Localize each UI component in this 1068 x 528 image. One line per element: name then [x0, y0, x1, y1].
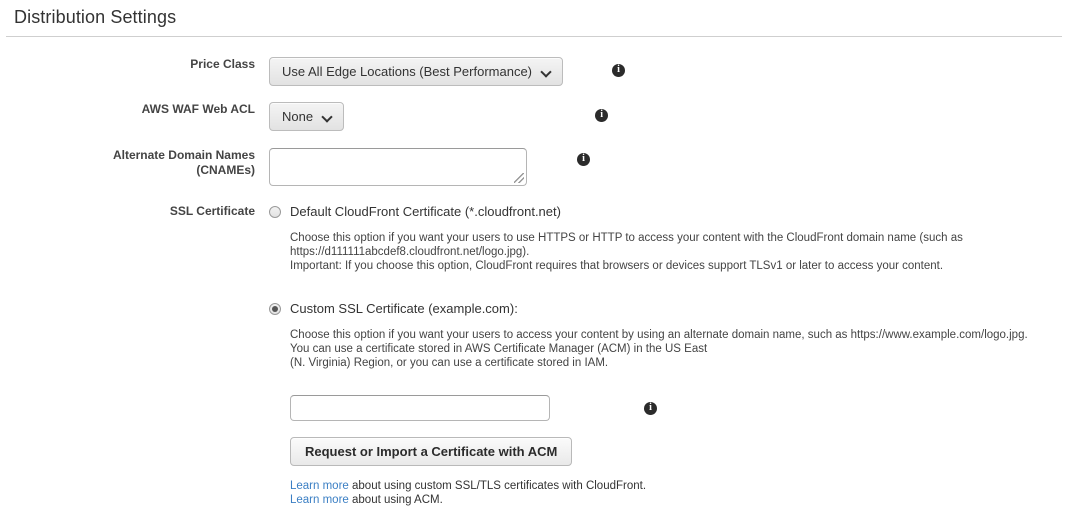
waf-acl-select-value: None	[282, 109, 314, 124]
ssl-certificate-row: SSL Certificate Default CloudFront Certi…	[0, 204, 1068, 507]
price-class-select[interactable]: Use All Edge Locations (Best Performance…	[269, 57, 564, 86]
info-icon-glyph: i	[600, 109, 603, 120]
description-line: Choose this option if you want your user…	[290, 232, 963, 244]
cnames-row: Alternate Domain Names (CNAMEs) i	[0, 148, 1068, 186]
page-title: Distribution Settings	[14, 7, 177, 27]
learn-more-links: Learn more about using custom SSL/TLS ce…	[290, 479, 646, 507]
waf-acl-info-icon[interactable]: i	[595, 109, 609, 122]
chevron-down-icon	[542, 67, 552, 77]
description-line: https://d111111abcdef8.cloudfront.net/lo…	[290, 246, 530, 258]
price-class-field: Use All Edge Locations (Best Performance…	[255, 57, 1068, 86]
learn-more-acm-text: about using ACM.	[348, 494, 443, 506]
cnames-label-line1: Alternate Domain Names	[112, 148, 255, 162]
info-icon-glyph: i	[582, 153, 585, 164]
radio-label-default-cloudfront-certificate[interactable]: Default CloudFront Certificate (*.cloudf…	[290, 204, 561, 220]
price-class-info-icon[interactable]: i	[612, 64, 626, 77]
ssl-option-custom-description: Choose this option if you want your user…	[290, 328, 1028, 370]
page-header: Distribution Settings	[0, 0, 1068, 28]
acm-button-row: Request or Import a Certificate with ACM	[290, 437, 573, 466]
learn-more-ssl-tls-link[interactable]: Learn more	[290, 480, 349, 492]
ssl-certificate-label: SSL Certificate	[169, 204, 255, 218]
waf-acl-row: AWS WAF Web ACL None i	[0, 102, 1068, 131]
radio-default-cloudfront-certificate[interactable]	[269, 206, 281, 218]
description-line: (N. Virginia) Region, or you can use a c…	[290, 357, 609, 369]
learn-more-line-2: Learn more about using ACM.	[290, 493, 646, 507]
learn-more-ssl-tls-text: about using custom SSL/TLS certificates …	[348, 480, 647, 492]
chevron-down-icon	[323, 112, 333, 122]
learn-more-line-1: Learn more about using custom SSL/TLS ce…	[290, 479, 646, 493]
resize-handle-icon[interactable]	[514, 173, 524, 183]
description-line: You can use a certificate stored in AWS …	[290, 343, 708, 355]
certificate-input[interactable]	[290, 395, 550, 421]
description-line: Choose this option if you want your user…	[290, 329, 1028, 341]
certificate-info-icon[interactable]: i	[644, 401, 657, 415]
waf-acl-label: AWS WAF Web ACL	[141, 102, 255, 116]
waf-acl-select[interactable]: None	[269, 102, 345, 131]
request-import-certificate-button[interactable]: Request or Import a Certificate with ACM	[290, 437, 573, 466]
distribution-settings-form: Price Class Use All Edge Locations (Best…	[0, 37, 1068, 507]
radio-custom-ssl-certificate[interactable]	[269, 303, 281, 315]
waf-acl-field: None i	[255, 102, 1068, 131]
info-icon-glyph: i	[649, 401, 652, 413]
description-line: Important: If you choose this option, Cl…	[290, 260, 944, 272]
price-class-label: Price Class	[190, 57, 255, 71]
learn-more-acm-link[interactable]: Learn more	[290, 494, 349, 506]
ssl-option-default-description: Choose this option if you want your user…	[290, 231, 963, 273]
ssl-certificate-field: Default CloudFront Certificate (*.cloudf…	[255, 204, 1068, 507]
cnames-info-icon[interactable]: i	[577, 153, 590, 166]
ssl-option-custom-ssl-certificate[interactable]: Custom SSL Certificate (example.com):	[269, 301, 518, 317]
price-class-select-value: Use All Edge Locations (Best Performance…	[282, 64, 533, 79]
info-icon-glyph: i	[617, 64, 620, 75]
certificate-input-row: i	[290, 395, 657, 421]
cnames-label: Alternate Domain Names (CNAMEs)	[0, 148, 255, 178]
radio-label-custom-ssl-certificate[interactable]: Custom SSL Certificate (example.com):	[290, 301, 518, 317]
cnames-label-line2: (CNAMEs)	[196, 163, 255, 177]
ssl-option-default-cloudfront-certificate[interactable]: Default CloudFront Certificate (*.cloudf…	[269, 204, 561, 220]
cnames-field: i	[255, 148, 1068, 186]
price-class-row: Price Class Use All Edge Locations (Best…	[0, 57, 1068, 86]
cnames-textarea[interactable]	[269, 148, 527, 186]
